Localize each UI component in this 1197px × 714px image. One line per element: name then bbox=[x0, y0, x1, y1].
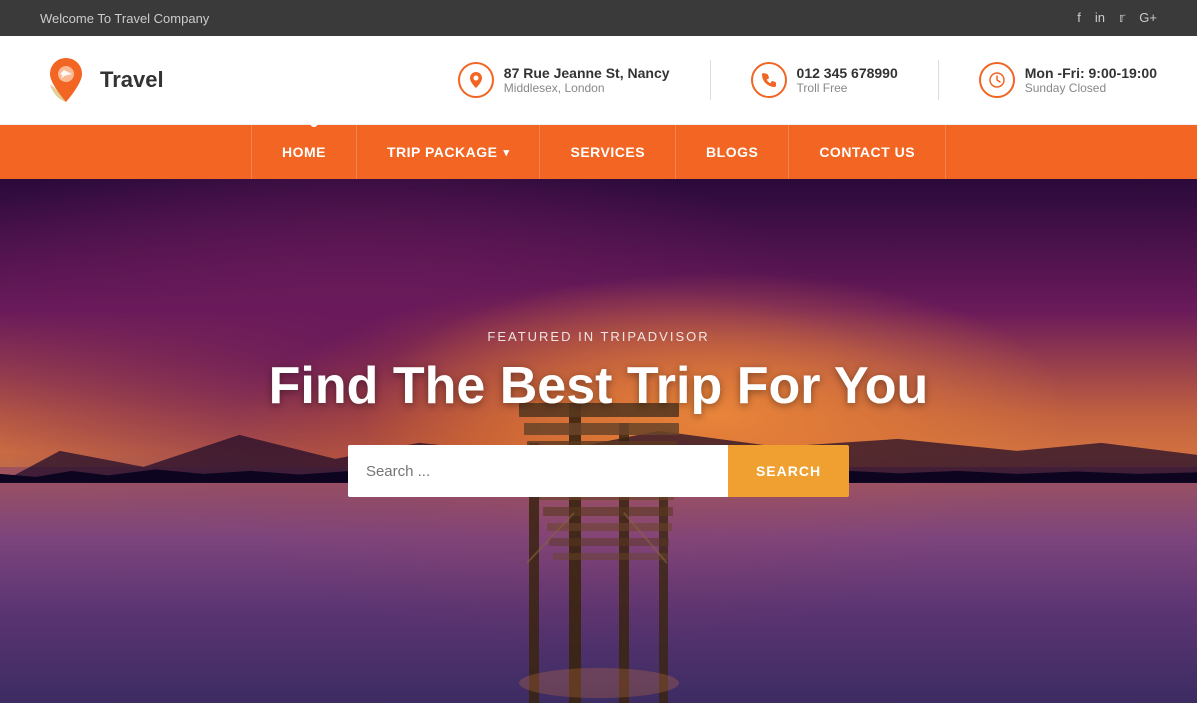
phone-icon bbox=[760, 71, 778, 89]
hours-text: Mon -Fri: 9:00-19:00 Sunday Closed bbox=[1025, 65, 1157, 95]
nav-item-home[interactable]: HOME bbox=[251, 125, 357, 179]
nav-item-blogs[interactable]: BLOGS bbox=[676, 125, 789, 179]
hours-contact: Mon -Fri: 9:00-19:00 Sunday Closed bbox=[979, 62, 1157, 98]
location-icon bbox=[467, 71, 485, 89]
address-main: 87 Rue Jeanne St, Nancy bbox=[504, 65, 670, 81]
trip-package-dropdown-arrow: ▾ bbox=[503, 146, 509, 159]
googleplus-icon[interactable]: G+ bbox=[1139, 10, 1157, 26]
address-sub: Middlesex, London bbox=[504, 81, 670, 95]
logo-text: Travel bbox=[100, 67, 164, 93]
nav-dot bbox=[310, 119, 318, 127]
hero-content: FEATURED IN TRIPADVISOR Find The Best Tr… bbox=[0, 179, 1197, 497]
nav-items: HOME TRIP PACKAGE ▾ SERVICES BLOGS CONTA… bbox=[251, 125, 946, 179]
hero-search-bar: SEARCH bbox=[0, 445, 1197, 497]
search-input[interactable] bbox=[348, 445, 728, 497]
header-contacts: 87 Rue Jeanne St, Nancy Middlesex, Londo… bbox=[458, 60, 1157, 100]
phone-sub: Troll Free bbox=[797, 81, 898, 95]
search-button[interactable]: SEARCH bbox=[728, 445, 849, 497]
facebook-icon[interactable]: f bbox=[1077, 10, 1081, 26]
address-text: 87 Rue Jeanne St, Nancy Middlesex, Londo… bbox=[504, 65, 670, 95]
hero-section: FEATURED IN TRIPADVISOR Find The Best Tr… bbox=[0, 179, 1197, 703]
phone-contact: 012 345 678990 Troll Free bbox=[751, 62, 898, 98]
social-links: f in 𝕣 G+ bbox=[1077, 10, 1157, 26]
hours-main: Mon -Fri: 9:00-19:00 bbox=[1025, 65, 1157, 81]
location-icon-circle bbox=[458, 62, 494, 98]
header-divider-2 bbox=[938, 60, 939, 100]
hero-title: Find The Best Trip For You bbox=[0, 358, 1197, 415]
nav-item-trip-package[interactable]: TRIP PACKAGE ▾ bbox=[357, 125, 541, 179]
header: Travel 87 Rue Jeanne St, Nancy Middlesex… bbox=[0, 36, 1197, 125]
address-contact: 87 Rue Jeanne St, Nancy Middlesex, Londo… bbox=[458, 62, 670, 98]
linkedin-icon[interactable]: in bbox=[1095, 10, 1105, 26]
phone-text: 012 345 678990 Troll Free bbox=[797, 65, 898, 95]
logo-icon bbox=[40, 54, 92, 106]
header-divider-1 bbox=[710, 60, 711, 100]
nav-item-contact[interactable]: CONTACT US bbox=[789, 125, 946, 179]
phone-icon-circle bbox=[751, 62, 787, 98]
hero-featured-text: FEATURED IN TRIPADVISOR bbox=[0, 329, 1197, 344]
clock-icon-circle bbox=[979, 62, 1015, 98]
main-nav: HOME TRIP PACKAGE ▾ SERVICES BLOGS CONTA… bbox=[0, 125, 1197, 179]
logo-area: Travel bbox=[40, 54, 458, 106]
welcome-text: Welcome To Travel Company bbox=[40, 11, 209, 26]
nav-item-services[interactable]: SERVICES bbox=[540, 125, 676, 179]
hours-sub: Sunday Closed bbox=[1025, 81, 1157, 95]
top-bar: Welcome To Travel Company f in 𝕣 G+ bbox=[0, 0, 1197, 36]
twitter-icon[interactable]: 𝕣 bbox=[1119, 10, 1125, 26]
phone-main: 012 345 678990 bbox=[797, 65, 898, 81]
clock-icon bbox=[988, 71, 1006, 89]
